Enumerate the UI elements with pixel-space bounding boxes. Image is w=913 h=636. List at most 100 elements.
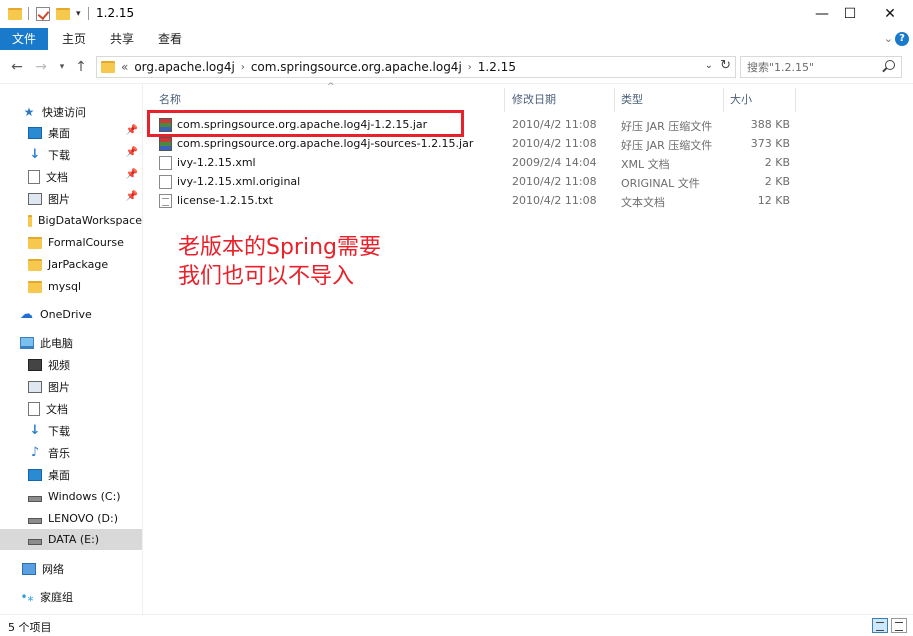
sidebar-item-label: 音乐 [48,446,70,460]
sidebar-item-videos[interactable]: 视频 [0,354,142,375]
document-icon [28,401,40,416]
quick-access-toolbar-dropdown[interactable]: ▾ [76,5,81,23]
sidebar-item-this-pc[interactable]: 此电脑 [0,332,142,353]
recent-locations-button[interactable]: ▾ [56,57,68,77]
sidebar-item-downloads[interactable]: ↓ 下载 📌 [0,144,142,165]
sidebar-item-quick-access[interactable]: ★ 快速访问 [0,101,142,122]
desktop-icon [28,126,42,139]
sidebar-item-homegroup[interactable]: •⁎ 家庭组 [0,586,142,607]
help-icon[interactable]: ? [895,32,909,46]
desktop-icon [28,468,42,481]
breadcrumb-separator[interactable]: › [241,62,245,73]
sidebar-item-documents[interactable]: 文档 📌 [0,166,142,187]
navigation-bar: ← → ▾ ↑ « org.apache.log4j › com.springs… [0,50,913,84]
breadcrumb-item[interactable]: com.springsource.org.apache.log4j [251,60,462,74]
breadcrumb-separator[interactable]: › [468,62,472,73]
file-type: 文本文档 [621,196,665,209]
file-row[interactable]: ivy-1.2.15.xml 2009/2/4 14:04 XML 文档 2 K… [155,154,805,173]
close-button[interactable]: ✕ [867,0,913,28]
sidebar-item-label: 文档 [46,170,68,184]
expand-ribbon-icon[interactable]: ⌄ [884,32,893,45]
column-header-name[interactable]: 名称 [153,88,505,112]
breadcrumb-item[interactable]: org.apache.log4j [134,60,234,74]
window-title: 1.2.15 [96,6,135,20]
jar-archive-icon [159,137,172,151]
sidebar-item-label: mysql [48,280,81,293]
file-name: ivy-1.2.15.xml [177,156,256,169]
sidebar-item-desktop[interactable]: 桌面 [0,464,142,485]
details-view-icon[interactable] [872,618,888,633]
properties-check-icon[interactable] [36,5,50,23]
computer-icon [20,336,34,349]
sidebar-item-desktop[interactable]: 桌面 📌 [0,122,142,143]
address-bar[interactable]: « org.apache.log4j › com.springsource.or… [96,56,736,78]
sidebar-item-folder[interactable]: BigDataWorkspace [0,210,142,231]
file-type: 好压 JAR 压缩文件 [621,139,713,152]
picture-icon [28,380,42,393]
forward-button[interactable]: → [32,57,50,77]
column-header-modified[interactable]: 修改日期 [506,88,615,112]
sidebar-item-documents[interactable]: 文档 [0,398,142,419]
folder-icon [28,258,42,271]
pin-icon: 📌 [125,147,138,158]
search-box[interactable] [740,56,902,78]
item-count: 5 个项目 [8,621,52,634]
sidebar-item-pictures[interactable]: 图片 [0,376,142,397]
address-dropdown-icon[interactable]: ⌄ [705,60,713,71]
sidebar-item-onedrive[interactable]: ☁ OneDrive [0,304,142,325]
file-row[interactable]: com.springsource.org.apache.log4j-source… [155,135,805,154]
file-row[interactable]: ivy-1.2.15.xml.original 2010/4/2 11:08 O… [155,173,805,192]
sidebar-item-drive-e[interactable]: DATA (E:) [0,529,142,550]
file-size: 388 KB [750,118,790,131]
sidebar-item-folder[interactable]: mysql [0,276,142,297]
sidebar-item-folder[interactable]: JarPackage [0,254,142,275]
sidebar-item-drive-c[interactable]: Windows (C:) [0,486,142,507]
tab-file[interactable]: 文件 [0,28,48,50]
tab-home[interactable]: 主页 [56,28,92,50]
column-header-type[interactable]: 类型 [615,88,724,112]
sidebar-item-label: OneDrive [40,308,92,321]
pin-icon: 📌 [125,169,138,180]
refresh-icon[interactable]: ↻ [720,58,731,73]
video-icon [28,358,42,371]
file-size: 373 KB [750,137,790,150]
tab-share[interactable]: 共享 [104,28,140,50]
file-name: com.springsource.org.apache.log4j-source… [177,137,474,150]
sidebar-item-label: 家庭组 [40,590,73,604]
sidebar-item-downloads[interactable]: ↓ 下载 [0,420,142,441]
download-icon: ↓ [29,147,41,162]
new-folder-icon[interactable] [56,5,70,23]
file-row[interactable]: license-1.2.15.txt 2010/4/2 11:08 文本文档 1… [155,192,805,211]
file-size: 12 KB [757,194,790,207]
sidebar-item-label: BigDataWorkspace [38,214,142,227]
file-modified: 2010/4/2 11:08 [512,175,597,188]
highlight-box [147,110,464,137]
picture-icon [28,192,42,205]
sidebar-item-network[interactable]: 网络 [0,558,142,579]
sidebar-item-label: 文档 [46,402,68,416]
sidebar-item-label: 桌面 [48,468,70,482]
sidebar-item-label: 桌面 [48,126,70,140]
folder-icon [28,280,42,293]
ribbon-tabs: 文件 主页 共享 查看 ⌄ ? [0,28,913,50]
search-input[interactable] [741,57,871,77]
sidebar-item-folder[interactable]: FormalCourse [0,232,142,253]
column-header-size[interactable]: 大小 [724,88,796,112]
large-icons-view-icon[interactable] [891,618,907,633]
sidebar-item-drive-d[interactable]: LENOVO (D:) [0,508,142,529]
sidebar-item-music[interactable]: ♪ 音乐 [0,442,142,463]
sidebar-item-pictures[interactable]: 图片 📌 [0,188,142,209]
search-icon[interactable] [885,60,895,70]
back-button[interactable]: ← [8,57,26,77]
file-type: 好压 JAR 压缩文件 [621,120,713,133]
tab-view[interactable]: 查看 [152,28,188,50]
pin-icon: 📌 [125,191,138,202]
up-button[interactable]: ↑ [72,57,90,77]
folder-icon [28,214,33,227]
breadcrumb-item[interactable]: 1.2.15 [478,60,516,74]
file-modified: 2009/2/4 14:04 [512,156,597,169]
pin-icon: 📌 [125,125,138,136]
annotation-text: 老版本的Spring需要 我们也可以不导入 [178,233,381,291]
sidebar-item-label: 快速访问 [42,105,86,119]
breadcrumb-overflow[interactable]: « [121,60,128,74]
